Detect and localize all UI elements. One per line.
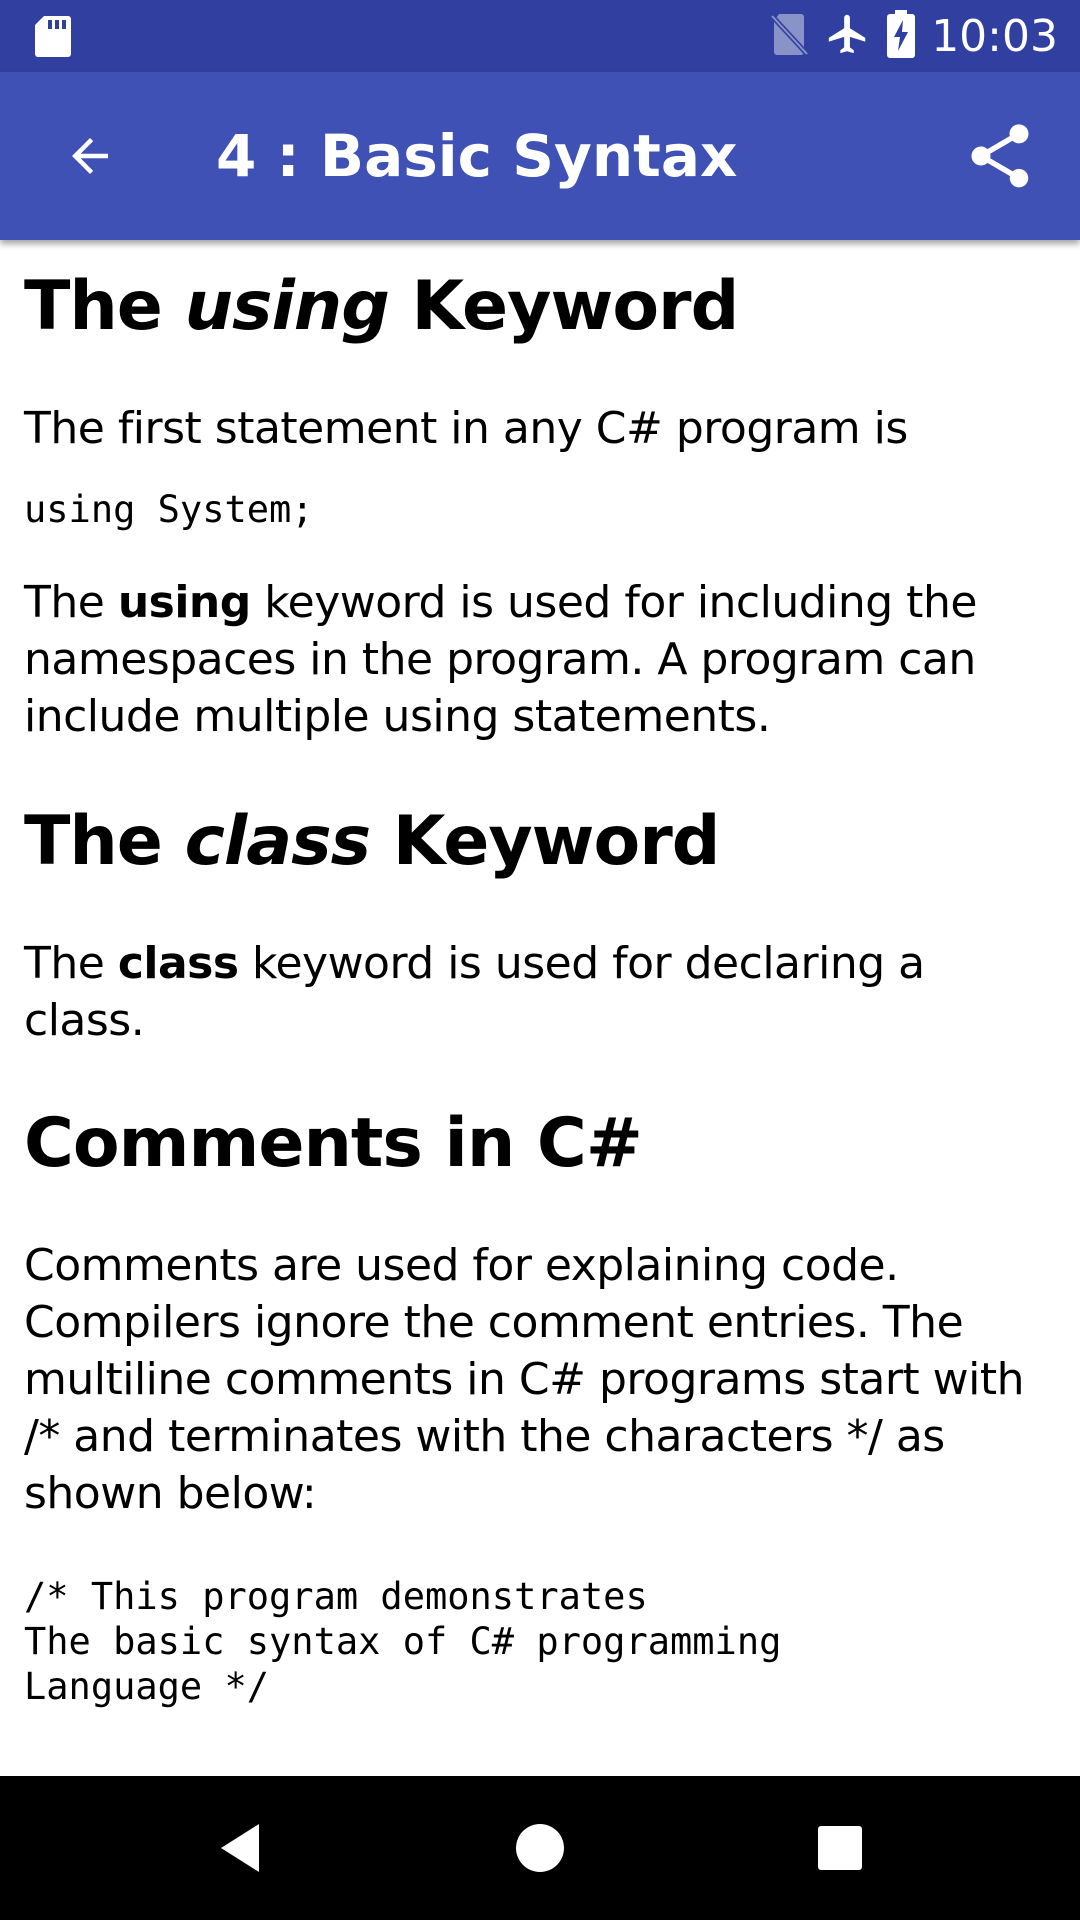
- page-title: 4 : Basic Syntax: [216, 122, 738, 190]
- navigation-bar: [0, 1776, 1080, 1920]
- heading-class-keyword: The class Keyword: [24, 802, 720, 881]
- app-bar: 4 : Basic Syntax: [0, 72, 1080, 240]
- code-using-system: using System;: [24, 488, 314, 531]
- paragraph-first-statement: The first statement in any C# program is: [24, 403, 908, 454]
- nav-back-icon[interactable]: [190, 1798, 290, 1898]
- share-icon[interactable]: [952, 108, 1048, 204]
- airplane-mode-icon: [825, 11, 871, 62]
- nav-home-icon[interactable]: [490, 1798, 590, 1898]
- nav-recents-icon[interactable]: [790, 1798, 890, 1898]
- status-time: 10:03: [931, 10, 1058, 62]
- sd-card-icon: [34, 14, 72, 58]
- status-bar: 10:03: [0, 0, 1080, 72]
- paragraph-comments-explanation: Comments are used for explaining code. C…: [24, 1240, 1025, 1519]
- paragraph-class-explanation: The class keyword is used for declaring …: [24, 938, 925, 1046]
- no-sim-icon: [769, 12, 810, 61]
- article-content[interactable]: The using Keyword The first statement in…: [0, 240, 1080, 1776]
- paragraph-using-explanation: The using keyword is used for including …: [24, 577, 977, 742]
- status-icons: 10:03: [769, 0, 1058, 72]
- arrow-back-icon[interactable]: [44, 110, 136, 202]
- heading-using-keyword: The using Keyword: [24, 267, 739, 346]
- battery-charging-icon: [887, 9, 916, 63]
- code-comment-example: /* This program demonstrates The basic s…: [24, 1575, 782, 1708]
- heading-comments: Comments in C#: [24, 1104, 643, 1183]
